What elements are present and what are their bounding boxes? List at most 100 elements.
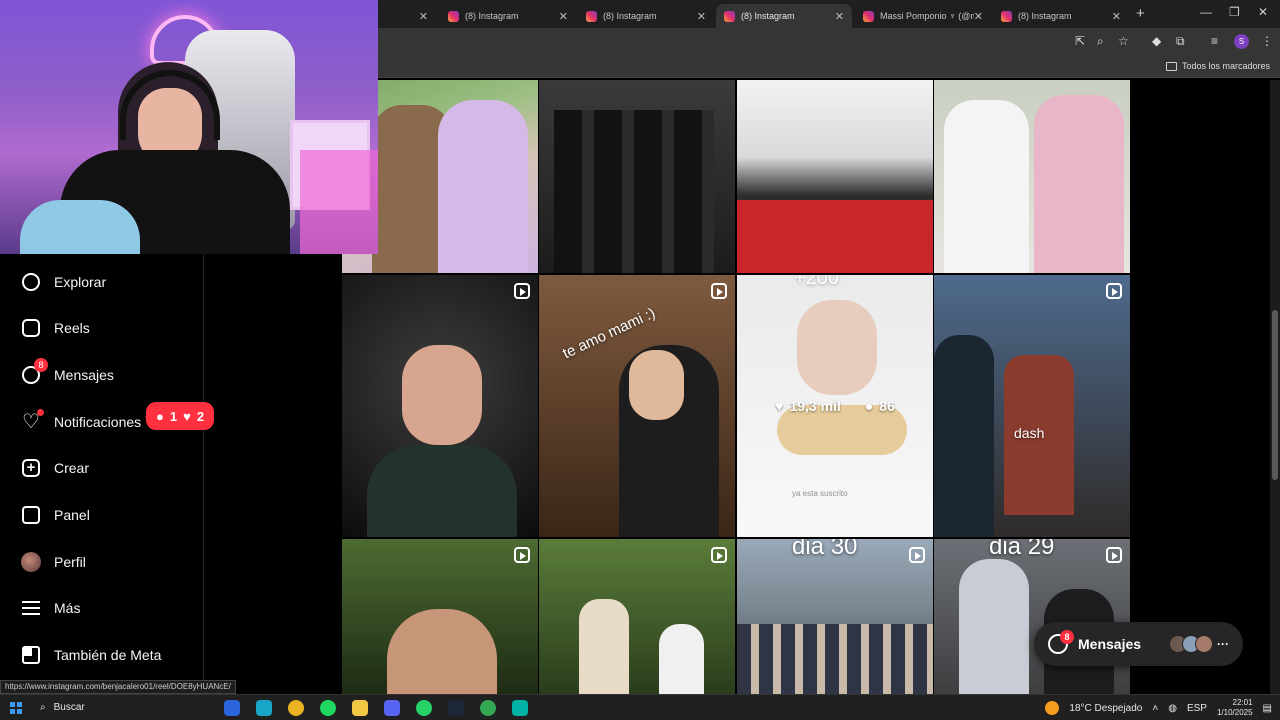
jacket-shape bbox=[367, 445, 517, 537]
person-shape bbox=[1034, 95, 1124, 273]
post-tile[interactable] bbox=[737, 80, 933, 273]
sidebar-item-label: Perfil bbox=[54, 554, 86, 570]
webcam-overlay bbox=[0, 0, 378, 254]
close-window-icon[interactable]: ✕ bbox=[1258, 5, 1268, 19]
search-label: Buscar bbox=[53, 702, 85, 713]
sidebar-item-panel[interactable]: Panel bbox=[20, 502, 90, 528]
close-icon[interactable]: ✕ bbox=[697, 10, 706, 23]
browser-tab[interactable]: (8) Instagram ✕ bbox=[578, 4, 714, 28]
sidebar-item-tambien-de-meta[interactable]: También de Meta bbox=[20, 642, 161, 668]
media-controls-icon[interactable]: ≡ bbox=[1211, 34, 1218, 48]
instagram-favicon-icon bbox=[1001, 10, 1012, 22]
install-app-icon[interactable]: ⇱ bbox=[1075, 34, 1085, 48]
post-tile[interactable]: dia 30 bbox=[737, 539, 933, 694]
browser-tab[interactable]: Massi Pomponio ♆ (@ma ✕ bbox=[855, 4, 991, 28]
post-tile[interactable]: te amo mami :) bbox=[539, 275, 735, 537]
post-tile[interactable] bbox=[342, 539, 538, 694]
weather-text[interactable]: 18°C Despejado bbox=[1069, 703, 1142, 714]
sidebar-item-reels[interactable]: Reels bbox=[20, 315, 90, 341]
restore-icon[interactable]: ❐ bbox=[1229, 5, 1240, 19]
whatsapp-icon[interactable] bbox=[416, 699, 432, 716]
person-shape bbox=[579, 599, 629, 694]
taskbar-search[interactable]: ⌕ Buscar bbox=[30, 697, 216, 719]
steam-icon[interactable] bbox=[448, 699, 464, 716]
messages-floating-button[interactable]: 8 Mensajes ··· bbox=[1034, 622, 1243, 666]
bookmarks-label: Todos los marcadores bbox=[1181, 61, 1270, 71]
unread-badge: 8 bbox=[34, 358, 48, 372]
sidebar-item-mas[interactable]: Más bbox=[20, 595, 80, 621]
sidebar-item-notificaciones[interactable]: ♡ Notificaciones bbox=[20, 409, 141, 435]
close-icon[interactable]: ✕ bbox=[419, 10, 428, 23]
browser-tab[interactable]: (8) Instagram ✕ bbox=[440, 4, 576, 28]
windows-taskbar: ⌕ Buscar 18°C Despejado ˄ ◍ ESP 22:01 1/… bbox=[0, 694, 1280, 720]
post-tile-hovered[interactable]: +200 ya esta suscrito ♥ 19,3 mil ● 86 bbox=[737, 275, 933, 537]
sidebar-item-label: Panel bbox=[54, 507, 90, 523]
close-icon[interactable]: ✕ bbox=[835, 10, 844, 23]
language-indicator[interactable]: ESP bbox=[1187, 703, 1207, 714]
page-scrollbar[interactable] bbox=[1270, 80, 1280, 694]
rollercoaster-shape bbox=[737, 200, 933, 273]
reel-icon bbox=[1106, 547, 1122, 563]
people-group-shape bbox=[554, 110, 714, 273]
search-icon: ⌕ bbox=[40, 702, 46, 713]
clock[interactable]: 22:01 1/10/2025 bbox=[1217, 698, 1253, 718]
messenger-icon: 8 bbox=[20, 358, 48, 386]
sidebar-item-label: También de Meta bbox=[54, 647, 162, 663]
kebab-menu-icon[interactable]: ⋮ bbox=[1261, 34, 1273, 48]
app-icon[interactable] bbox=[512, 699, 528, 716]
close-icon[interactable]: ✕ bbox=[1112, 10, 1121, 23]
chrome-icon[interactable] bbox=[288, 699, 304, 716]
system-tray: 18°C Despejado ˄ ◍ ESP 22:01 1/10/2025 ▤ bbox=[1045, 695, 1280, 720]
browser-tab[interactable]: (8) Instagram ✕ bbox=[993, 4, 1129, 28]
post-tile[interactable] bbox=[539, 539, 735, 694]
like-count: 2 bbox=[196, 408, 205, 424]
notification-pill[interactable]: ● 1 ♥ 2 bbox=[144, 402, 215, 430]
notification-center-icon[interactable]: ▤ bbox=[1263, 703, 1272, 714]
posts-grid: te amo mami :) +200 ya esta suscrito ♥ 19… bbox=[342, 80, 1131, 694]
file-explorer-icon[interactable] bbox=[352, 699, 368, 716]
extension-icon[interactable]: ◆ bbox=[1152, 34, 1161, 48]
sidebar-item-mensajes[interactable]: 8 Mensajes bbox=[20, 358, 114, 388]
zoom-icon[interactable]: ⌕ bbox=[1097, 34, 1104, 49]
instagram-favicon-icon bbox=[724, 10, 735, 22]
post-tile[interactable] bbox=[539, 80, 735, 273]
copilot-icon[interactable] bbox=[224, 699, 240, 716]
puzzle-extensions-icon[interactable]: ⧉ bbox=[1176, 34, 1185, 49]
reel-icon bbox=[1106, 283, 1122, 299]
windows-start-icon[interactable] bbox=[10, 701, 22, 714]
chevron-up-icon[interactable]: ˄ bbox=[1152, 703, 1158, 714]
likes-stat: ♥ 19,3 mil bbox=[775, 398, 841, 414]
app-icon[interactable] bbox=[256, 699, 272, 716]
bookmark-star-icon[interactable]: ☆ bbox=[1118, 34, 1129, 48]
close-icon[interactable]: ✕ bbox=[974, 10, 983, 23]
browser-tab-active[interactable]: (8) Instagram ✕ bbox=[716, 4, 852, 28]
background-light bbox=[300, 150, 378, 254]
new-tab-button[interactable]: + bbox=[1136, 5, 1145, 22]
all-bookmarks-button[interactable]: Todos los marcadores bbox=[1165, 61, 1270, 71]
close-icon[interactable]: ✕ bbox=[559, 10, 568, 23]
post-tile[interactable]: dash bbox=[934, 275, 1130, 537]
person-shape bbox=[934, 335, 994, 537]
person-shape bbox=[944, 100, 1029, 273]
post-tile[interactable] bbox=[934, 80, 1130, 273]
sidebar-item-perfil[interactable]: Perfil bbox=[20, 549, 86, 575]
chrome-profile-icon[interactable] bbox=[480, 699, 496, 716]
post-tile[interactable] bbox=[342, 275, 538, 537]
tab-title: (8) Instagram bbox=[1018, 11, 1072, 21]
discord-icon[interactable] bbox=[384, 699, 400, 716]
post-tile[interactable]: dia 29 bbox=[934, 539, 1130, 694]
scrollbar-thumb[interactable] bbox=[1272, 310, 1278, 480]
crowd-shape bbox=[737, 624, 933, 694]
avatar-icon bbox=[20, 551, 42, 573]
messages-label: Mensajes bbox=[1078, 636, 1142, 652]
spotify-icon[interactable] bbox=[320, 699, 336, 716]
reel-icon bbox=[514, 283, 530, 299]
sidebar-item-explorar[interactable]: Explorar bbox=[20, 269, 106, 295]
sidebar-item-crear[interactable]: + Crear bbox=[20, 455, 89, 481]
minimize-icon[interactable]: — bbox=[1200, 5, 1212, 19]
network-icon[interactable]: ◍ bbox=[1168, 703, 1177, 714]
profile-avatar[interactable]: S bbox=[1234, 34, 1249, 49]
post-thumbnail bbox=[539, 539, 735, 694]
reel-icon bbox=[711, 283, 727, 299]
tab-title: (8) Instagram bbox=[465, 11, 519, 21]
